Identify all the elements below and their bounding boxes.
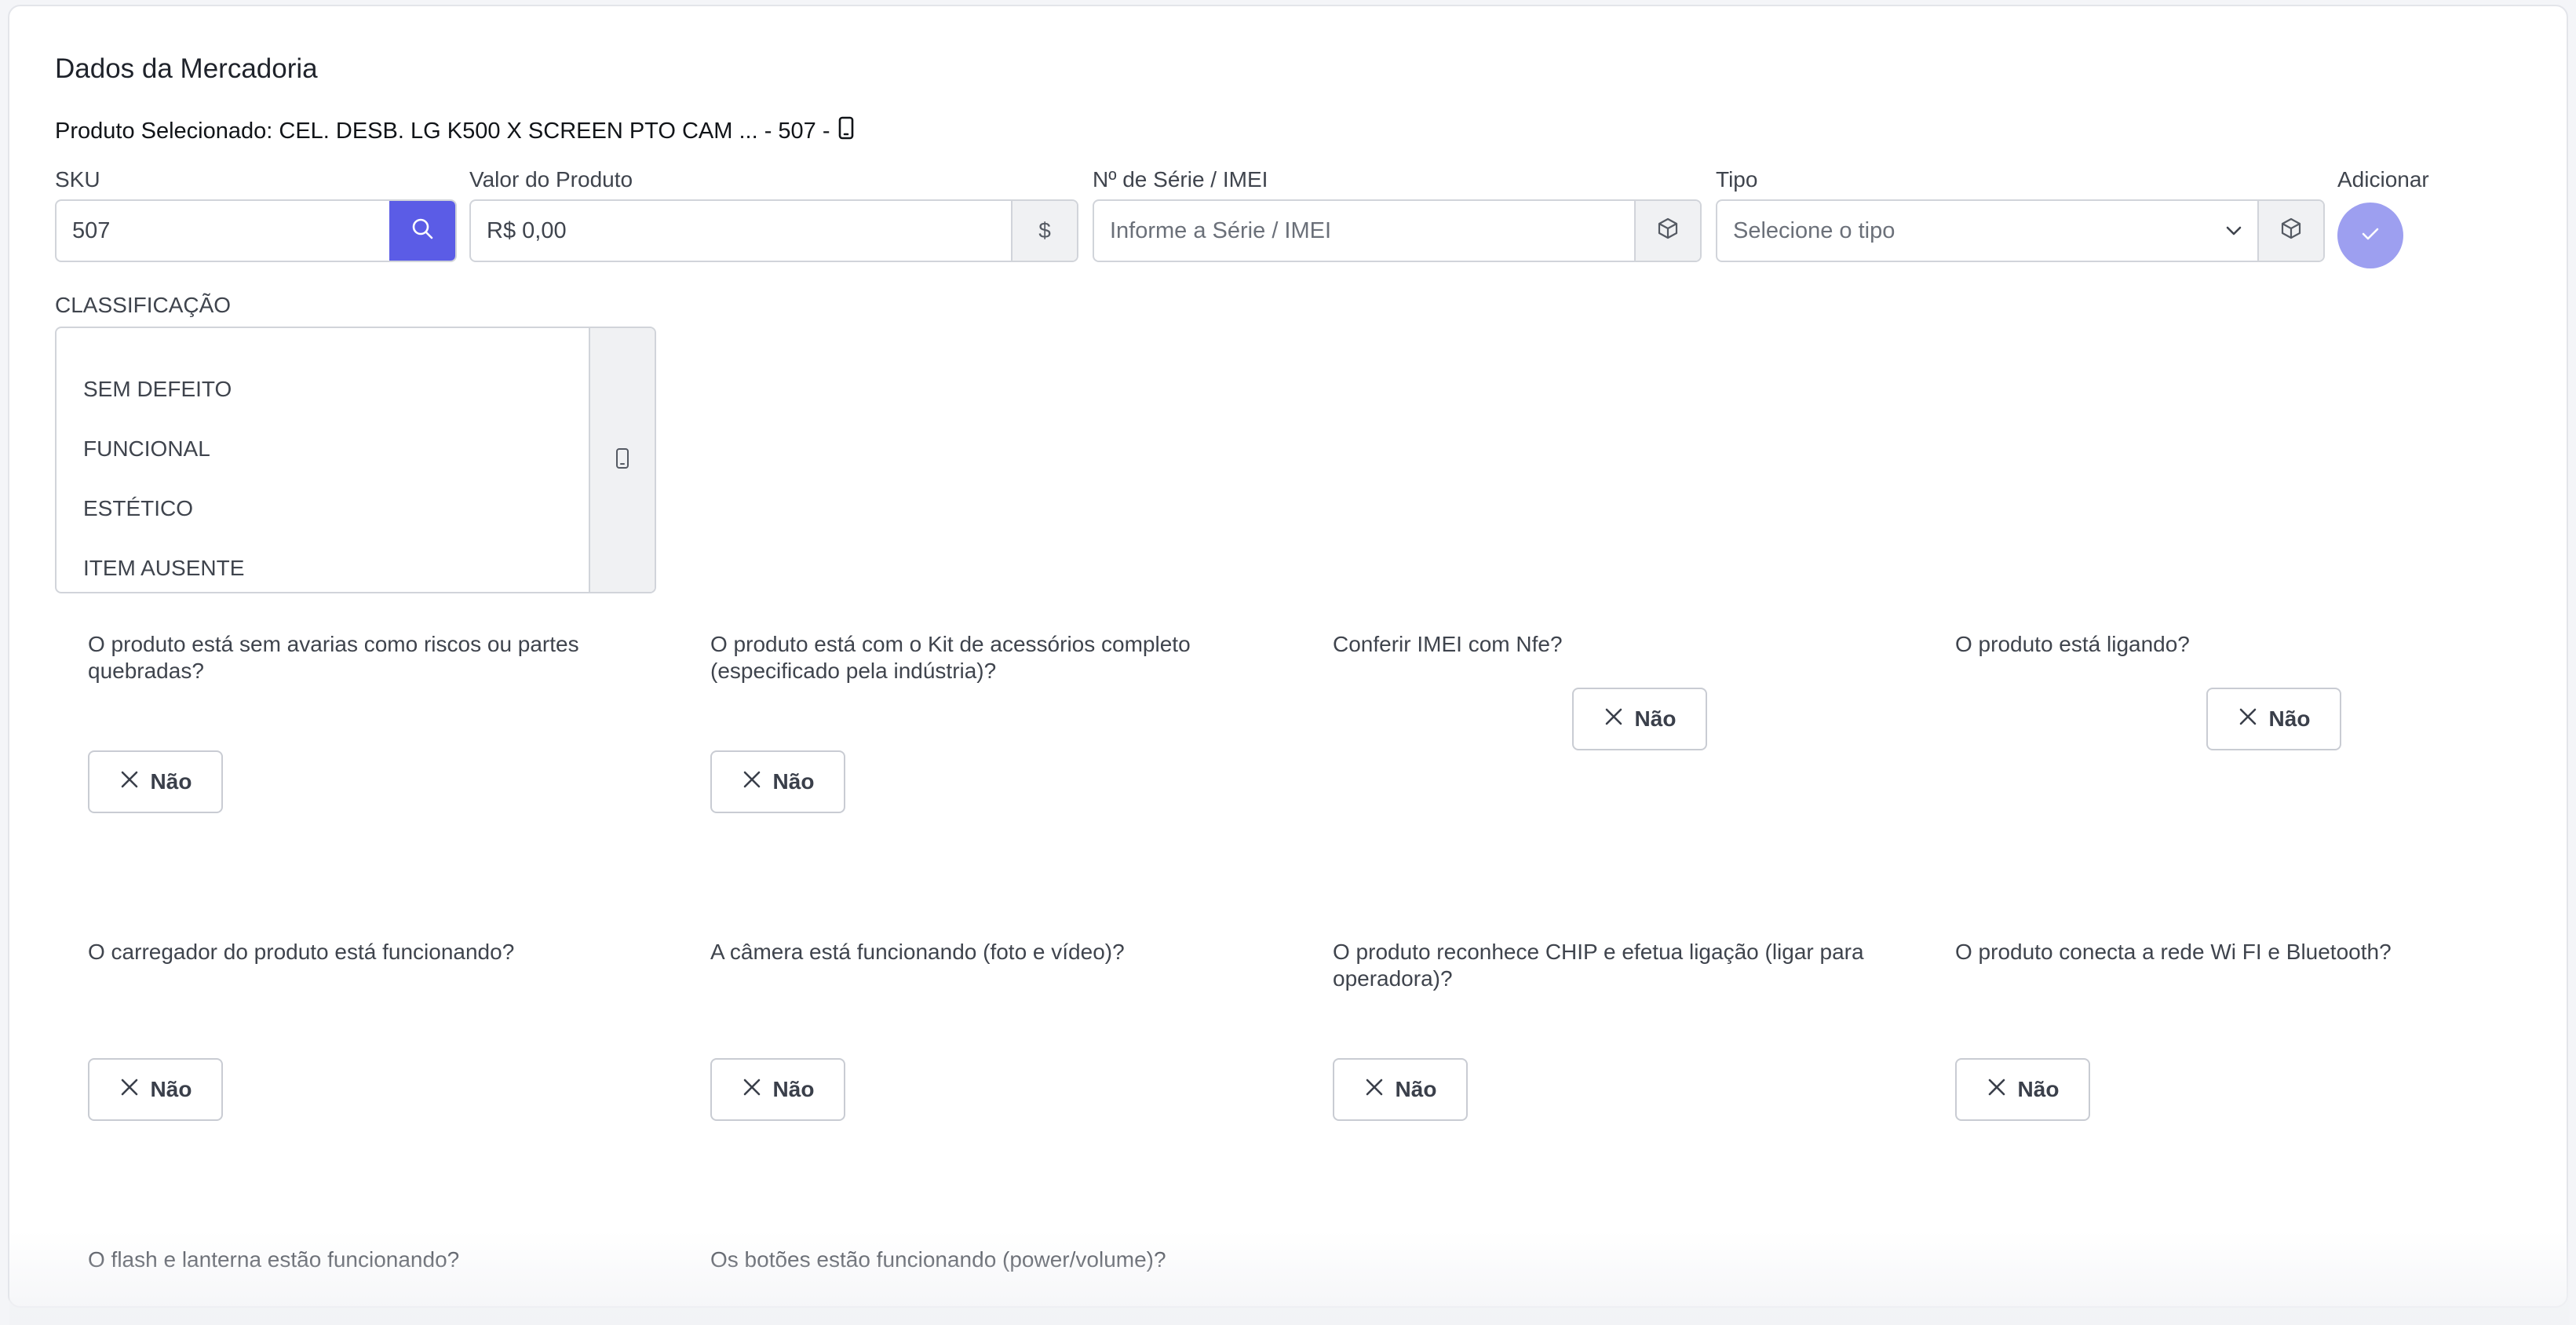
option-estetico[interactable]: ESTÉTICO xyxy=(57,479,589,538)
search-icon xyxy=(410,217,434,246)
close-icon xyxy=(2238,706,2258,732)
valor-input[interactable]: R$ 0,00 xyxy=(471,201,1011,261)
no-label: Não xyxy=(2268,706,2311,731)
no-label: Não xyxy=(772,1077,815,1101)
question-text: O flash e lanterna estão funcionando? xyxy=(88,1247,460,1272)
close-icon xyxy=(742,1077,762,1103)
question-text: Os botões estão funcionando (power/volum… xyxy=(710,1247,1166,1272)
no-button[interactable]: Não xyxy=(2206,688,2341,750)
sku-search-button[interactable] xyxy=(389,201,455,261)
tipo-label: Tipo xyxy=(1716,167,1758,192)
close-icon xyxy=(742,769,762,795)
merchandise-card: Dados da Mercadoria Produto Selecionado:… xyxy=(8,5,2570,1325)
adicionar-label: Adicionar xyxy=(2337,167,2429,192)
option-funcional[interactable]: FUNCIONAL xyxy=(57,419,589,479)
no-label: Não xyxy=(772,769,815,794)
classificacao-options: SEM DEFEITO FUNCIONAL ESTÉTICO ITEM AUSE… xyxy=(57,328,589,592)
question-text: Conferir IMEI com Nfe? xyxy=(1333,632,1563,656)
no-button[interactable]: Não xyxy=(88,750,223,813)
question-text: A câmera está funcionando (foto e vídeo)… xyxy=(710,940,1125,964)
valor-field: R$ 0,00 $ xyxy=(469,199,1078,262)
classificacao-listbox[interactable]: SEM DEFEITO FUNCIONAL ESTÉTICO ITEM AUSE… xyxy=(55,327,656,593)
close-icon xyxy=(119,1077,140,1103)
selected-product: Produto Selecionado: CEL. DESB. LG K500 … xyxy=(55,116,854,146)
phone-icon xyxy=(838,116,854,146)
no-button[interactable]: Não xyxy=(88,1058,223,1121)
currency-addon: $ xyxy=(1011,201,1077,261)
no-button[interactable]: Não xyxy=(1333,1058,1468,1121)
sku-field: 507 xyxy=(55,199,457,262)
question-text: O produto está ligando? xyxy=(1955,632,2190,656)
close-icon xyxy=(1364,1077,1385,1103)
adicionar-button[interactable] xyxy=(2337,203,2403,268)
check-icon xyxy=(2358,221,2383,250)
question-text: O produto está com o Kit de acessórios c… xyxy=(710,632,1191,683)
no-label: Não xyxy=(1634,706,1677,731)
sku-input[interactable]: 507 xyxy=(57,201,389,261)
question-text: O produto reconhece CHIP e efetua ligaçã… xyxy=(1333,940,1864,991)
serie-field: Informe a Série / IMEI xyxy=(1093,199,1702,262)
question-text: O produto conecta a rede Wi FI e Bluetoo… xyxy=(1955,940,2392,964)
phone-icon xyxy=(615,447,630,474)
tipo-selected-value: Selecione o tipo xyxy=(1733,217,1896,243)
no-label: Não xyxy=(150,769,192,794)
section-title: Dados da Mercadoria xyxy=(55,53,318,84)
no-label: Não xyxy=(2017,1077,2060,1101)
tipo-select[interactable]: Selecione o tipo xyxy=(1716,199,2325,262)
option-sem-defeito[interactable]: SEM DEFEITO xyxy=(57,360,589,419)
classificacao-label: CLASSIFICAÇÃO xyxy=(55,293,232,317)
box-icon xyxy=(1656,217,1680,246)
no-label: Não xyxy=(1395,1077,1437,1101)
close-icon xyxy=(1987,1077,2007,1103)
scroll-fade xyxy=(9,1231,2570,1325)
no-button[interactable]: Não xyxy=(1955,1058,2090,1121)
box-icon xyxy=(2279,217,2303,246)
option-item-ausente[interactable]: ITEM AUSENTE xyxy=(57,538,589,592)
sku-label: SKU xyxy=(55,167,100,192)
no-label: Não xyxy=(150,1077,192,1101)
chevron-down-icon xyxy=(2210,201,2257,261)
classificacao-addon xyxy=(589,328,655,592)
serie-input[interactable]: Informe a Série / IMEI xyxy=(1094,201,1634,261)
valor-label: Valor do Produto xyxy=(469,167,633,192)
no-button[interactable]: Não xyxy=(1572,688,1707,750)
serie-box-addon[interactable] xyxy=(1634,201,1700,261)
no-button[interactable]: Não xyxy=(710,750,845,813)
close-icon xyxy=(119,769,140,795)
serie-label: Nº de Série / IMEI xyxy=(1093,167,1268,192)
tipo-box-addon[interactable] xyxy=(2257,201,2323,261)
close-icon xyxy=(1604,706,1624,732)
selected-product-text: Produto Selecionado: CEL. DESB. LG K500 … xyxy=(55,118,830,144)
no-button[interactable]: Não xyxy=(710,1058,845,1121)
question-text: O produto está sem avarias como riscos o… xyxy=(88,632,579,683)
question-text: O carregador do produto está funcionando… xyxy=(88,940,515,964)
